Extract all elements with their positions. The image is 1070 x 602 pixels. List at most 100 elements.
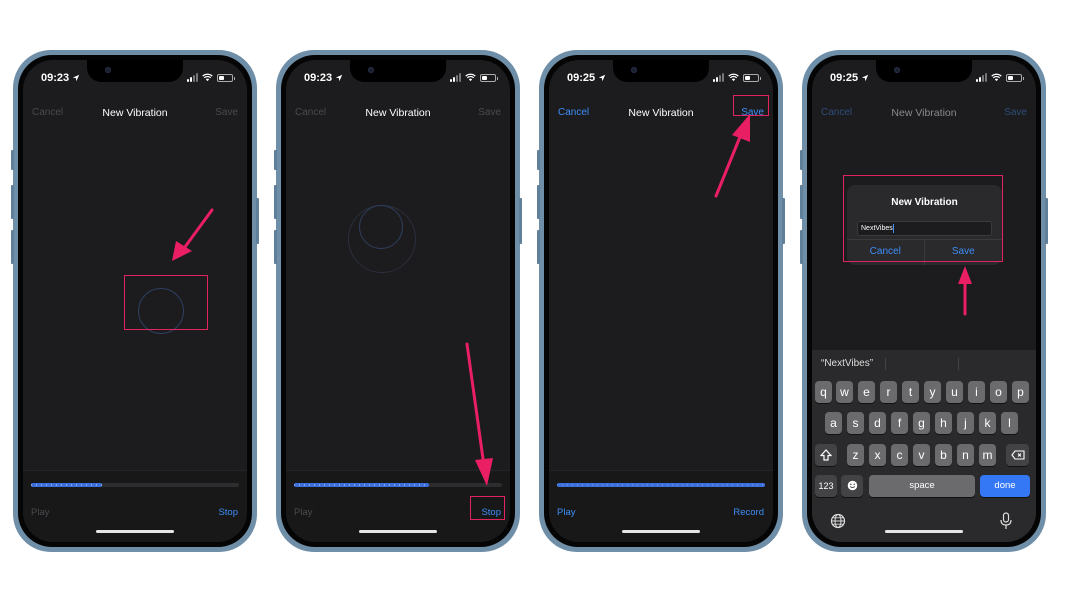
key-c[interactable]: c — [891, 444, 908, 466]
highlight-box — [470, 496, 505, 520]
keyboard: “NextVibes” q w e r t y u i o p a s d f — [812, 350, 1036, 542]
key-w[interactable]: w — [836, 381, 853, 403]
key-v[interactable]: v — [913, 444, 930, 466]
key-l[interactable]: l — [1001, 412, 1018, 434]
side-button — [11, 150, 14, 170]
key-o[interactable]: o — [990, 381, 1007, 403]
key-m[interactable]: m — [979, 444, 996, 466]
progress-track — [557, 483, 765, 487]
key-f[interactable]: f — [891, 412, 908, 434]
wifi-icon — [465, 73, 476, 82]
page-title: New Vibration — [365, 107, 431, 119]
side-button — [519, 198, 522, 244]
key-e[interactable]: e — [858, 381, 875, 403]
home-indicator — [622, 530, 700, 533]
key-h[interactable]: h — [935, 412, 952, 434]
wifi-icon — [991, 73, 1002, 82]
key-p[interactable]: p — [1012, 381, 1029, 403]
key-y[interactable]: y — [924, 381, 941, 403]
key-t[interactable]: t — [902, 381, 919, 403]
status-bar: 09:25 — [549, 72, 773, 86]
signal-icon — [450, 73, 461, 82]
side-button — [782, 198, 785, 244]
highlight-box — [124, 275, 208, 330]
side-button — [11, 230, 14, 264]
progress-track — [31, 483, 239, 487]
side-button — [800, 150, 803, 170]
save-button[interactable]: Save — [478, 107, 501, 118]
key-z[interactable]: z — [847, 444, 864, 466]
page-title: New Vibration — [891, 107, 957, 119]
highlight-box — [843, 175, 1003, 262]
status-time: 09:25 — [830, 72, 859, 84]
location-arrow-icon — [861, 74, 869, 82]
side-button — [256, 198, 259, 244]
side-button — [537, 230, 540, 264]
location-arrow-icon — [335, 74, 343, 82]
shift-key[interactable] — [815, 444, 837, 466]
page-title: New Vibration — [102, 107, 168, 119]
screen: 09:25 Cancel New Vibration Save New Vibr… — [812, 60, 1036, 542]
status-time: 09:23 — [304, 72, 333, 84]
key-r[interactable]: r — [880, 381, 897, 403]
numbers-key[interactable]: 123 — [815, 475, 837, 497]
signal-icon — [713, 73, 724, 82]
key-u[interactable]: u — [946, 381, 963, 403]
key-b[interactable]: b — [935, 444, 952, 466]
key-k[interactable]: k — [979, 412, 996, 434]
side-button — [274, 185, 277, 219]
arrow-icon — [958, 266, 972, 316]
status-bar: 09:25 — [812, 72, 1036, 86]
status-bar: 09:23 — [286, 72, 510, 86]
microphone-icon[interactable] — [999, 512, 1013, 530]
side-button — [537, 185, 540, 219]
signal-icon — [187, 73, 198, 82]
emoji-key[interactable] — [841, 475, 863, 497]
suggestion-item[interactable]: “NextVibes” — [821, 358, 873, 369]
phone-4: 09:25 Cancel New Vibration Save New Vibr… — [800, 50, 1048, 552]
key-j[interactable]: j — [957, 412, 974, 434]
touch-circle[interactable] — [359, 205, 403, 249]
side-button — [274, 150, 277, 170]
side-button — [537, 150, 540, 170]
done-key[interactable]: done — [980, 475, 1030, 497]
key-a[interactable]: a — [825, 412, 842, 434]
home-indicator — [359, 530, 437, 533]
status-bar: 09:23 — [23, 72, 247, 86]
space-key[interactable]: space — [869, 475, 975, 497]
wifi-icon — [202, 73, 213, 82]
play-button[interactable]: Play — [294, 507, 312, 518]
key-g[interactable]: g — [913, 412, 930, 434]
key-i[interactable]: i — [968, 381, 985, 403]
side-button — [800, 230, 803, 264]
wifi-icon — [728, 73, 739, 82]
key-q[interactable]: q — [815, 381, 832, 403]
key-s[interactable]: s — [847, 412, 864, 434]
play-button[interactable]: Play — [557, 507, 575, 518]
side-button — [11, 185, 14, 219]
globe-icon[interactable] — [830, 513, 846, 529]
play-button[interactable]: Play — [31, 507, 49, 518]
side-button — [800, 185, 803, 219]
home-indicator — [96, 530, 174, 533]
status-time: 09:25 — [567, 72, 596, 84]
side-button — [1045, 198, 1048, 244]
side-button — [274, 230, 277, 264]
key-d[interactable]: d — [869, 412, 886, 434]
emoji-icon — [847, 480, 857, 491]
stop-button[interactable]: Stop — [218, 507, 238, 518]
key-x[interactable]: x — [869, 444, 886, 466]
location-arrow-icon — [72, 74, 80, 82]
backspace-key[interactable] — [1006, 444, 1029, 466]
signal-icon — [976, 73, 987, 82]
battery-icon — [480, 73, 498, 82]
bezel: 09:25 Cancel New Vibration Save New Vibr… — [807, 55, 1041, 547]
save-button[interactable]: Save — [1004, 107, 1027, 118]
save-button[interactable]: Save — [215, 107, 238, 118]
home-indicator — [885, 530, 963, 533]
record-button[interactable]: Record — [733, 507, 764, 518]
nav-bar: Cancel New Vibration Save — [812, 107, 1036, 123]
key-n[interactable]: n — [957, 444, 974, 466]
battery-icon — [743, 73, 761, 82]
battery-icon — [1006, 73, 1024, 82]
